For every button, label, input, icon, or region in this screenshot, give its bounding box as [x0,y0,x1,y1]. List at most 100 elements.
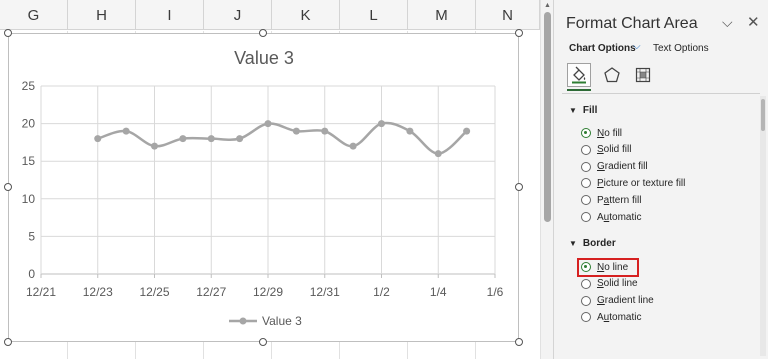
access-key: S [597,278,604,290]
column-header-g[interactable]: G [0,0,68,30]
line-chart: Value 3 0 5 10 15 20 25 12/21 12/23 12/25 12/27 1… [22,48,504,328]
scroll-up-arrow-icon[interactable]: ▲ [543,2,552,10]
data-point [264,120,272,128]
border-option[interactable]: Gradient line [581,294,654,308]
radio-label: Gradient fill [597,161,648,172]
chart-legend[interactable]: Value 3 [229,314,302,328]
x-tick-label: 12/23 [83,285,113,299]
x-tick-label: 1/2 [373,285,390,299]
resize-handle-bottom-left[interactable] [4,338,12,346]
radio-button[interactable] [581,312,591,323]
tab-chart-options[interactable]: Chart Options [569,43,636,54]
column-header-i[interactable]: I [136,0,204,30]
radio-label: Automatic [597,212,641,223]
data-point [236,135,244,143]
label-text: ttern fill [609,194,642,206]
effects-pentagon-icon[interactable] [600,63,624,87]
column-header-j[interactable]: J [204,0,272,30]
radio-label: Picture or texture fill [597,178,685,189]
border-option[interactable]: Solid line [581,277,638,291]
x-tick-label: 12/21 [26,285,56,299]
resize-handle-middle-right[interactable] [515,183,523,191]
radio-button[interactable] [581,144,591,155]
pane-scrollbar-thumb[interactable] [761,99,765,131]
y-tick-label: 20 [22,117,36,131]
resize-handle-top-middle[interactable] [259,29,267,37]
chevron-down-icon: ▼ [569,239,577,248]
fill-option[interactable]: Picture or texture fill [581,176,685,190]
resize-handle-top-left[interactable] [4,29,12,37]
radio-label: Pattern fill [597,195,641,206]
resize-handle-top-right[interactable] [515,29,523,37]
column-header-m[interactable]: M [408,0,476,30]
sheet-vertical-scrollbar[interactable]: ▲ [540,0,553,359]
pentagon-icon [604,67,620,83]
fill-section-header[interactable]: ▼ Fill [569,105,597,116]
data-point [321,127,329,135]
close-icon[interactable]: ✕ [747,13,760,31]
chevron-down-icon[interactable]: ⌵ [722,14,733,31]
format-chart-area-pane: Format Chart Area ⌵ ✕ Chart Options ⌵ Te… [553,0,768,359]
data-point [151,142,158,150]
chart-area[interactable]: Value 3 0 5 10 15 20 25 12/21 12/23 12/25 12/27 1… [8,33,519,342]
fill-line-icon[interactable] [567,63,591,87]
label-text: olid fill [603,144,632,156]
label-text: o fill [604,127,623,139]
column-header-l[interactable]: L [340,0,408,30]
x-tick-label: 12/25 [139,285,169,299]
fill-option[interactable]: Pattern fill [581,193,641,207]
data-point [122,127,130,135]
resize-handle-bottom-middle[interactable] [259,338,267,346]
radio-button[interactable] [581,278,591,289]
chevron-down-icon: ▼ [569,106,577,115]
radio-label: Solid fill [597,144,631,155]
radio-label: Automatic [597,312,641,323]
size-grid-icon [635,67,651,83]
scrollbar-thumb[interactable] [544,12,551,222]
label-text: P [597,194,604,206]
resize-handle-middle-left[interactable] [4,183,12,191]
pane-title: Format Chart Area [566,15,698,32]
label-text: olid line [603,278,638,290]
access-key: G [597,295,605,307]
y-tick-label: 5 [28,229,35,243]
fill-option[interactable]: No fill [581,126,622,140]
chevron-down-icon[interactable]: ⌵ [633,41,641,52]
fill-option[interactable]: Solid fill [581,143,631,157]
y-tick-label: 15 [22,154,36,168]
column-header-n[interactable]: N [476,0,540,30]
radio-button[interactable] [581,295,591,306]
data-point [378,120,385,128]
border-option[interactable]: Automatic [581,310,641,324]
divider [562,93,760,94]
radio-button[interactable] [581,195,591,206]
x-tick-label: 12/31 [310,285,340,299]
radio-button[interactable] [581,178,591,189]
no-line-highlight-box [577,258,639,277]
radio-button[interactable] [581,212,591,222]
y-tick-label: 10 [22,192,36,206]
label-text: icture or texture fill [603,177,686,189]
label-text: radient fill [604,161,648,173]
access-key: P [597,177,604,189]
resize-handle-bottom-right[interactable] [515,338,523,346]
size-properties-icon[interactable] [631,63,655,87]
tab-text-options[interactable]: Text Options [653,43,709,54]
radio-button[interactable] [581,128,591,138]
radio-label: No fill [597,128,622,139]
column-header-k[interactable]: K [272,0,340,30]
fill-option[interactable]: Automatic [581,210,641,224]
data-point [406,127,414,135]
chart-title[interactable]: Value 3 [234,48,294,68]
active-tab-indicator [567,89,591,91]
data-point [207,135,215,143]
radio-label: Gradient line [597,295,654,306]
border-section-header[interactable]: ▼ Border [569,238,616,249]
radio-button[interactable] [581,161,591,172]
column-header-h[interactable]: H [68,0,136,30]
pane-scrollbar[interactable] [760,96,766,356]
column-header-row: G H I J K L M N [0,0,540,30]
fill-option[interactable]: Gradient fill [581,160,648,174]
y-tick-label: 0 [28,267,35,281]
data-point [349,142,357,150]
